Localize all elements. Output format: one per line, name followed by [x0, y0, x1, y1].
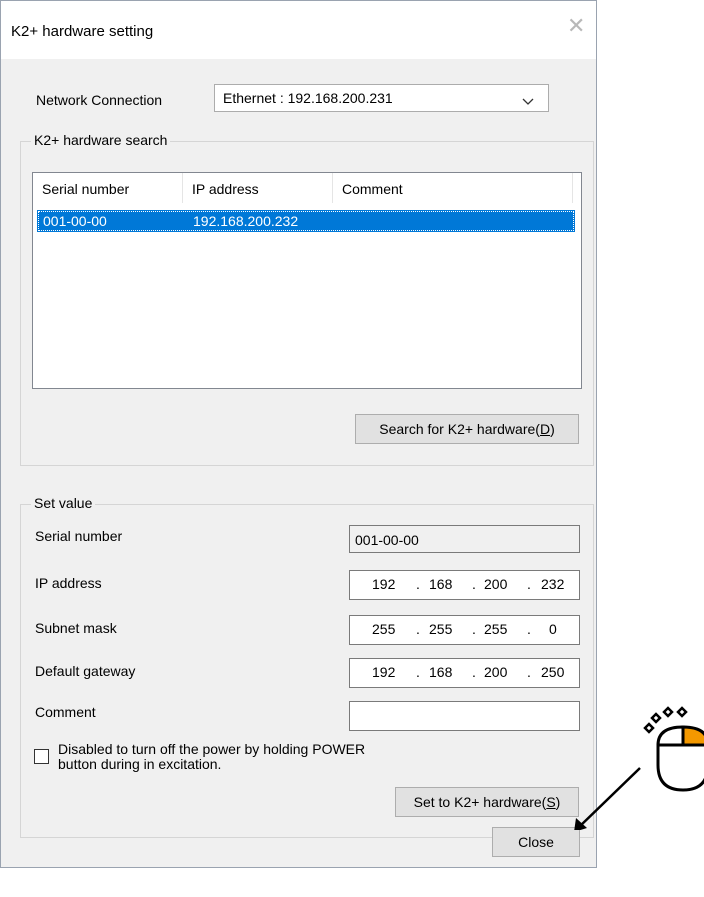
- default-gateway-field[interactable]: 192. 168. 200. 250: [349, 658, 580, 688]
- comment-field[interactable]: [349, 701, 580, 731]
- comment-label: Comment: [35, 704, 96, 720]
- power-hold-checkbox-label: Disabled to turn off the power by holdin…: [58, 741, 366, 772]
- default-gateway-label: Default gateway: [35, 663, 136, 679]
- list-item[interactable]: 001-00-00 192.168.200.232: [37, 210, 575, 232]
- column-header-comment[interactable]: Comment: [333, 173, 573, 203]
- window-close-icon[interactable]: ✕: [567, 15, 585, 37]
- column-header-ip[interactable]: IP address: [183, 173, 333, 203]
- network-connection-select[interactable]: Ethernet : 192.168.200.231: [214, 84, 549, 112]
- serial-number-label: Serial number: [35, 528, 123, 544]
- hardware-search-group-title: K2+ hardware search: [31, 132, 171, 148]
- dialog-window: K2+ hardware setting ✕ Network Connectio…: [0, 0, 597, 868]
- search-hardware-button[interactable]: Search for K2+ hardware(D): [355, 414, 579, 444]
- chevron-down-icon: [522, 93, 534, 109]
- close-button[interactable]: Close: [492, 827, 580, 857]
- network-connection-label: Network Connection: [36, 92, 163, 108]
- subnet-mask-field[interactable]: 255. 255. 255. 0: [349, 615, 580, 645]
- network-connection-value: Ethernet : 192.168.200.231: [223, 90, 393, 106]
- column-header-serial[interactable]: Serial number: [33, 173, 183, 203]
- set-value-group-title: Set value: [31, 495, 96, 511]
- power-hold-checkbox[interactable]: [34, 749, 49, 764]
- list-item-ip: 192.168.200.232: [193, 213, 299, 229]
- hardware-list[interactable]: Serial number IP address Comment 001-00-…: [32, 172, 582, 389]
- ip-address-field[interactable]: 192. 168. 200. 232: [349, 570, 580, 600]
- window-title: K2+ hardware setting: [11, 23, 154, 40]
- set-hardware-button[interactable]: Set to K2+ hardware(S): [395, 787, 579, 817]
- list-item-serial: 001-00-00: [43, 213, 107, 229]
- ip-address-label: IP address: [35, 575, 102, 591]
- mouse-click-icon: [574, 706, 704, 830]
- serial-number-field: 001-00-00: [349, 525, 580, 553]
- title-bar: K2+ hardware setting ✕: [1, 1, 596, 59]
- subnet-mask-label: Subnet mask: [35, 620, 117, 636]
